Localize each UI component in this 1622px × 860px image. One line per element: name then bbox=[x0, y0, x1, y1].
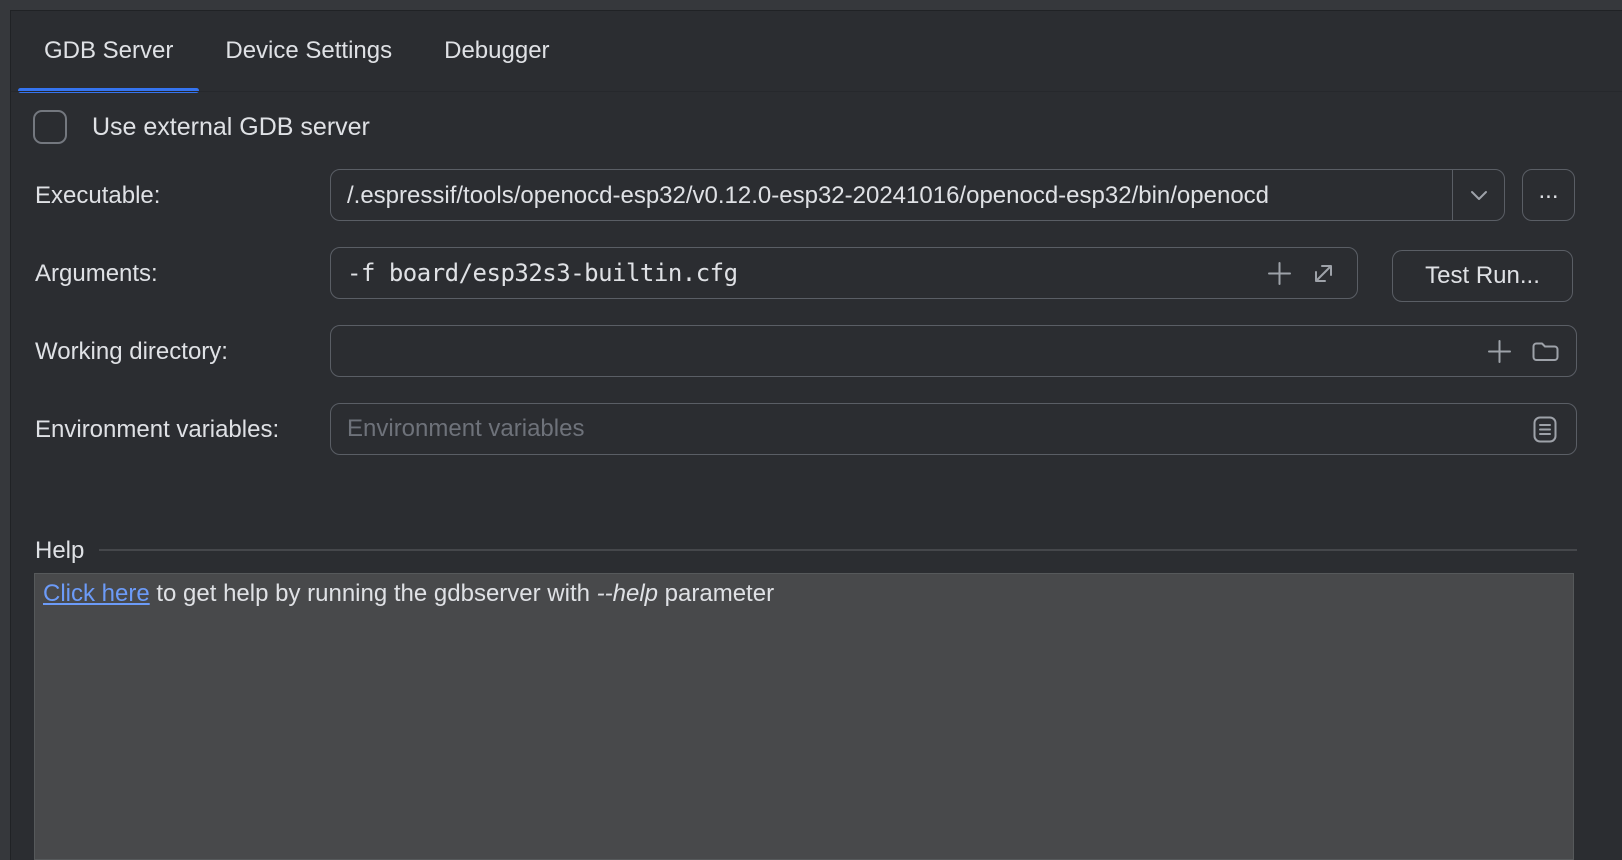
add-argument-icon[interactable] bbox=[1266, 260, 1293, 287]
tab-gdb-server[interactable]: GDB Server bbox=[18, 10, 199, 91]
tab-gdb-server-label: GDB Server bbox=[44, 37, 173, 65]
help-section-divider bbox=[99, 549, 1577, 551]
arguments-label: Arguments: bbox=[35, 261, 158, 286]
browse-variables-list-icon[interactable] bbox=[1532, 415, 1558, 444]
expand-editor-icon[interactable] bbox=[1310, 260, 1337, 287]
help-click-here-link[interactable]: Click here bbox=[43, 580, 150, 607]
executable-label: Executable: bbox=[35, 183, 160, 208]
help-section-title: Help bbox=[35, 537, 84, 565]
help-text-middle: to get help by running the gdbserver wit… bbox=[150, 580, 597, 607]
executable-combobox[interactable]: /.espressif/tools/openocd-esp32/v0.12.0-… bbox=[330, 169, 1505, 221]
tab-device-settings-label: Device Settings bbox=[225, 37, 392, 65]
tab-bar: GDB Server Device Settings Debugger bbox=[18, 10, 576, 91]
executable-value[interactable]: /.espressif/tools/openocd-esp32/v0.12.0-… bbox=[331, 171, 1452, 220]
executable-browse-button[interactable]: ... bbox=[1522, 169, 1575, 221]
environment-variables-input[interactable] bbox=[330, 403, 1577, 455]
ellipsis-icon: ... bbox=[1538, 177, 1558, 205]
use-external-gdb-checkbox[interactable] bbox=[33, 110, 67, 144]
help-flag-text: --help bbox=[597, 580, 658, 607]
folder-icon[interactable] bbox=[1530, 338, 1561, 365]
test-run-label: Test Run... bbox=[1425, 262, 1540, 290]
help-text-end: parameter bbox=[658, 580, 774, 607]
working-directory-label: Working directory: bbox=[35, 339, 228, 364]
help-output-area[interactable]: Click here to get help by running the gd… bbox=[34, 573, 1574, 860]
tab-debugger-label: Debugger bbox=[444, 37, 549, 65]
test-run-button[interactable]: Test Run... bbox=[1392, 250, 1573, 302]
tab-bar-divider bbox=[11, 91, 1622, 92]
add-path-icon[interactable] bbox=[1486, 338, 1513, 365]
tab-device-settings[interactable]: Device Settings bbox=[199, 10, 418, 91]
arguments-input[interactable] bbox=[330, 247, 1358, 299]
chevron-down-icon[interactable] bbox=[1452, 170, 1504, 220]
working-directory-input[interactable] bbox=[330, 325, 1577, 377]
use-external-gdb-label: Use external GDB server bbox=[92, 114, 370, 140]
environment-variables-label: Environment variables: bbox=[35, 417, 279, 442]
tab-debugger[interactable]: Debugger bbox=[418, 10, 575, 91]
